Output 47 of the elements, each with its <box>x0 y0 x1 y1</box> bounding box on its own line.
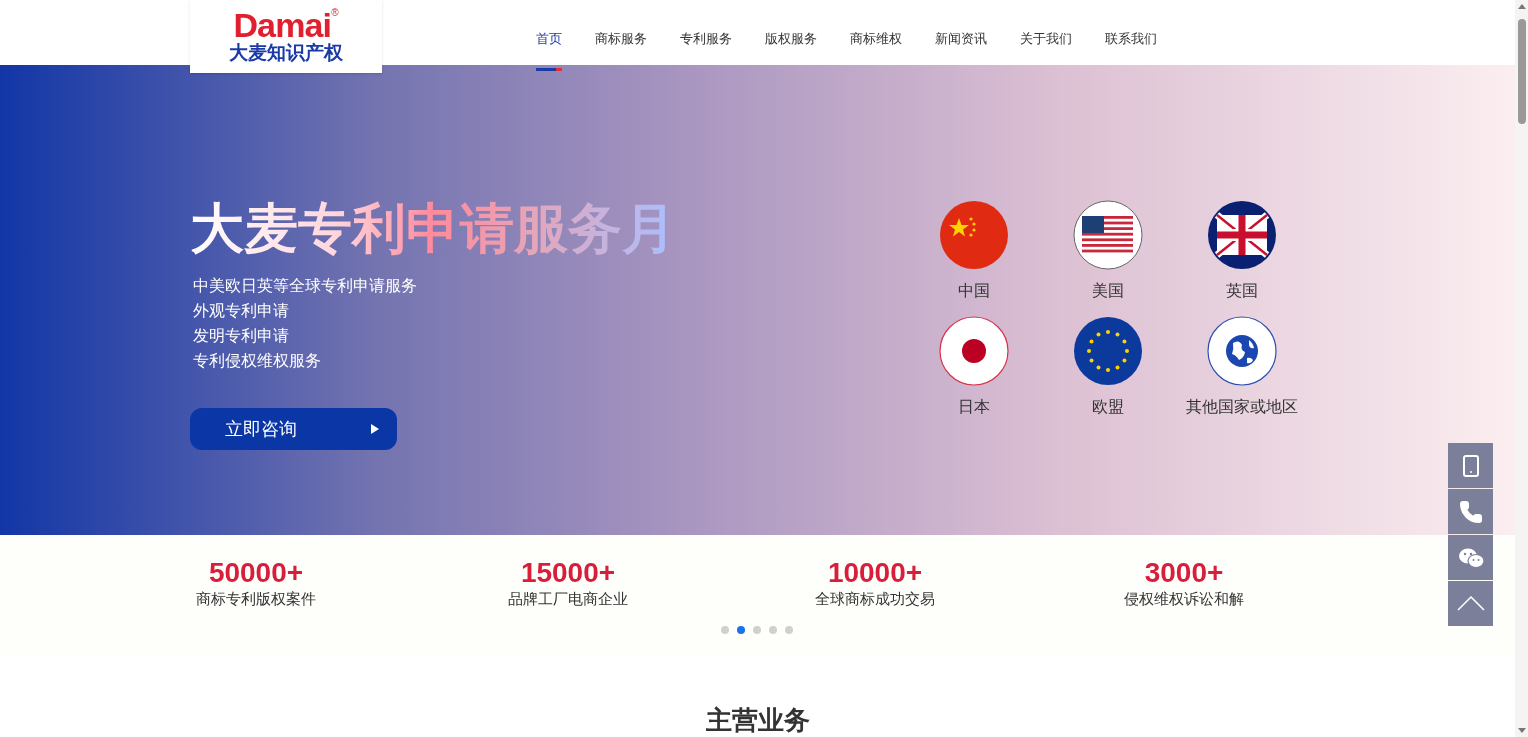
nav-link[interactable]: 首页 <box>536 30 562 48</box>
stat-value: 50000+ <box>208 557 304 589</box>
active-underline <box>536 68 562 71</box>
region-label[interactable]: 欧盟 <box>1092 396 1124 418</box>
region-label[interactable]: 其他国家或地区 <box>1186 396 1298 418</box>
region-label[interactable]: 美国 <box>1092 280 1124 302</box>
stat-label: 侵权维权诉讼和解 <box>1124 589 1244 609</box>
scrollbar[interactable] <box>1515 0 1528 737</box>
stat-value: 15000+ <box>520 557 616 589</box>
play-icon <box>371 424 379 434</box>
flag-icon <box>1073 200 1143 270</box>
back-to-top-icon <box>1456 596 1485 611</box>
flag-icon <box>939 200 1009 270</box>
nav-link[interactable]: 商标服务 <box>595 30 647 48</box>
stat-label: 商标专利版权案件 <box>196 589 316 609</box>
side-tool-button[interactable] <box>1448 535 1493 580</box>
region-label[interactable]: 英国 <box>1226 280 1258 302</box>
logo[interactable]: Damai® 大麦知识产权 <box>190 0 382 73</box>
stat-value: 10000+ <box>827 557 923 589</box>
flag-icon <box>1073 316 1143 386</box>
side-tool-button[interactable] <box>1448 489 1493 534</box>
registered-mark: ® <box>331 8 339 18</box>
stat-label: 全球商标成功交易 <box>815 589 935 609</box>
globe-icon <box>1207 316 1277 386</box>
nav-link[interactable]: 专利服务 <box>680 30 732 48</box>
side-tool-button[interactable] <box>1448 581 1493 626</box>
region-label[interactable]: 日本 <box>958 396 990 418</box>
stat-label: 品牌工厂电商企业 <box>508 589 628 609</box>
nav-link[interactable]: 新闻资讯 <box>935 30 987 48</box>
flag-icon <box>1207 200 1277 270</box>
side-tool-button[interactable] <box>1448 443 1493 488</box>
region-label[interactable]: 中国 <box>958 280 990 302</box>
phone-icon <box>1458 499 1483 524</box>
nav-link[interactable]: 版权服务 <box>765 30 817 48</box>
hero-text-line: 中美欧日英等全球专利申请服务 <box>193 276 418 296</box>
nav-link[interactable]: 商标维权 <box>850 30 902 48</box>
logo-tagline: 大麦知识产权 <box>229 42 343 64</box>
nav-link[interactable]: 关于我们 <box>1020 30 1072 48</box>
logo-brand: Damai <box>233 8 332 42</box>
hero-text-line: 专利侵权维权服务 <box>193 351 322 371</box>
hero-text-line: 发明专利申请 <box>193 326 290 346</box>
flag-icon <box>939 316 1009 386</box>
hero-text-line: 外观专利申请 <box>193 301 290 321</box>
stat-value: 3000+ <box>1144 557 1224 589</box>
consult-button[interactable]: 立即咨询 <box>190 408 397 450</box>
section-title: 主营业务 <box>705 705 810 735</box>
nav-link[interactable]: 联系我们 <box>1105 30 1157 48</box>
